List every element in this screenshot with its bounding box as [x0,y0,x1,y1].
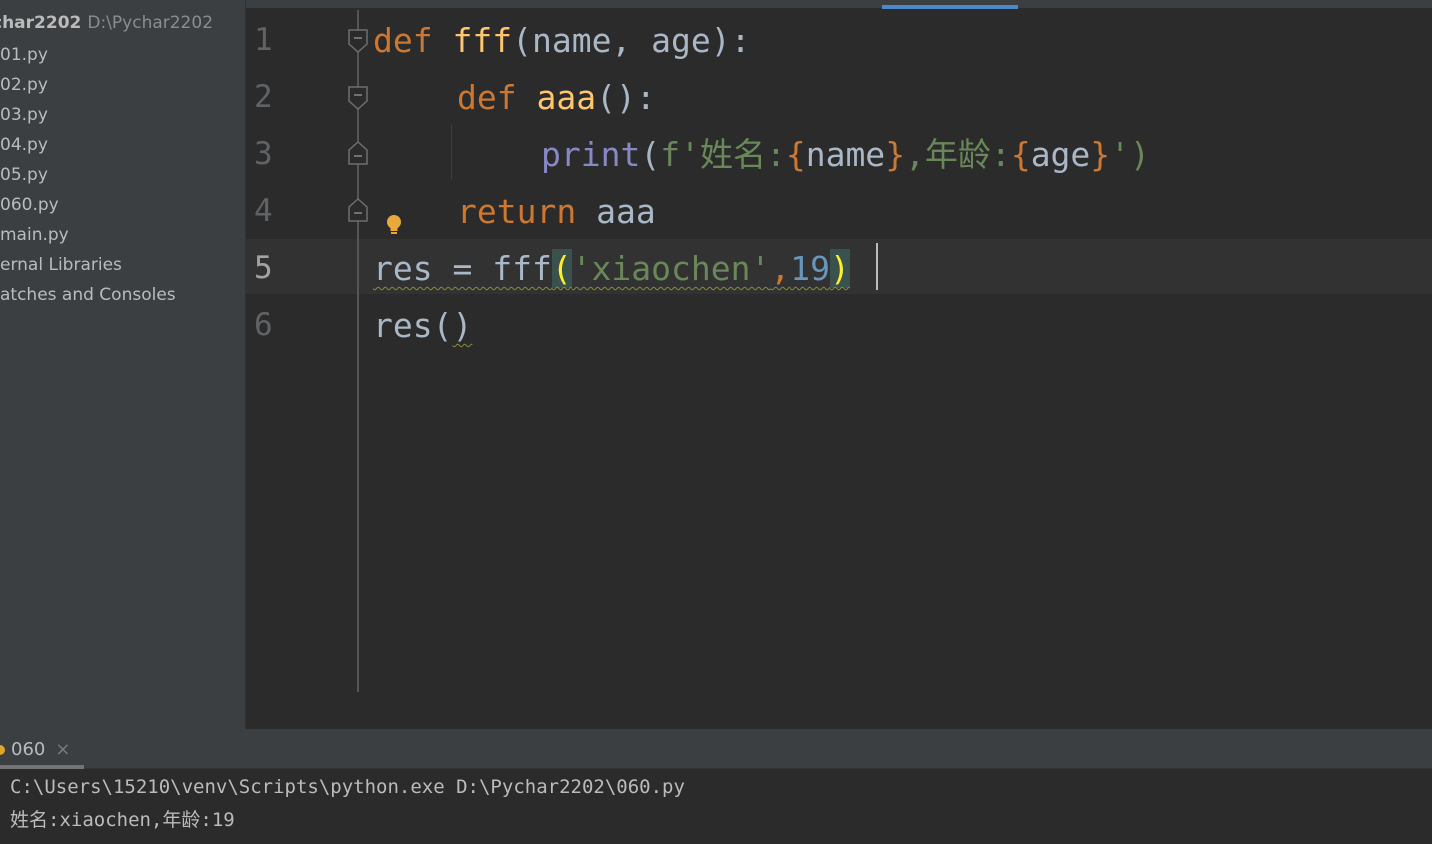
run-config-icon [0,745,5,755]
tree-item-04-py[interactable]: 04.py [0,130,48,160]
project-root[interactable]: char2202 D:\Pychar2202 [0,13,213,33]
fold-marker-icon[interactable] [347,197,369,223]
run-tab-label: 060 [11,739,46,760]
string-literal: ,年龄: [905,135,1011,174]
indent-guide [451,124,452,180]
fstring-brace: } [1090,135,1111,174]
warning-underlined-code: ) [452,306,473,345]
code-text: res = fff [373,249,552,288]
line-number: 1 [254,22,273,58]
code-line-3[interactable]: print(f'姓名:{name},年龄:{age}') [541,126,1150,183]
function-name: fff [452,21,513,60]
line-number-active: 5 [254,250,273,286]
gutter-separator [357,10,359,692]
matched-paren: ) [830,249,850,288]
keyword: def [457,78,517,117]
line-number: 2 [254,79,273,115]
console-line: 姓名:xiaochen,年龄:19 [10,809,235,831]
run-tool-window-header: 060 × [0,729,1432,769]
run-tab-060[interactable]: 060 × [0,729,70,765]
fstring-brace: } [885,135,906,174]
code-line-4[interactable]: return aaa [457,183,656,240]
project-path: D:\Pychar2202 [87,13,214,33]
code-line-1[interactable]: def fff(name, age): [373,12,751,69]
close-icon[interactable]: × [55,739,70,760]
tree-item-main-py[interactable]: main.py [0,220,69,250]
fold-marker-icon[interactable] [347,28,369,54]
tree-item-01-py[interactable]: 01.py [0,40,48,70]
tree-item-02-py[interactable]: 02.py [0,70,48,100]
tree-item-03-py[interactable]: 03.py [0,100,48,130]
tree-item-05-py[interactable]: 05.py [0,160,48,190]
keyword: return [457,192,577,231]
variable: age [1030,135,1091,174]
number-literal: 19 [790,249,830,288]
code-text: ( [640,135,661,174]
comma: , [770,249,791,288]
tree-item-060-py[interactable]: 060.py [0,190,59,220]
editor-tab-strip [246,0,1432,8]
tree-item-external-libraries[interactable]: ernal Libraries [0,250,122,280]
tree-item-scratches-and-consoles[interactable]: atches and Consoles [0,280,176,310]
fold-marker-icon[interactable] [347,140,369,166]
line-number: 3 [254,136,273,172]
project-name: char2202 [0,13,82,33]
code-line-5[interactable]: res = fff('xiaochen',19) [373,240,850,297]
fstring-brace: { [1010,135,1031,174]
code-line-6[interactable]: res() [373,297,472,354]
run-console[interactable]: C:\Users\15210\venv\Scripts\python.exe D… [0,769,1432,844]
fstring-brace: { [785,135,806,174]
string-literal: f'姓名: [660,135,786,174]
string-literal: ') [1110,135,1150,174]
line-number: 4 [254,193,273,229]
code-text: (name, age): [512,21,751,60]
project-tool-window: char2202 D:\Pychar2202 01.py 02.py 03.py … [0,0,246,729]
code-line-2[interactable]: def aaa(): [457,69,656,126]
console-line: C:\Users\15210\venv\Scripts\python.exe D… [10,776,685,798]
builtin-name: print [541,135,641,174]
variable: name [805,135,886,174]
string-literal: 'xiaochen' [571,249,771,288]
line-number: 6 [254,307,273,343]
fold-marker-icon[interactable] [347,85,369,111]
function-name: aaa [536,78,597,117]
code-text: res( [373,306,453,345]
warning-underlined-code: res = fff('xiaochen',19) [373,249,850,288]
code-text: (): [596,78,656,117]
text-caret [876,243,878,290]
matched-paren: ( [551,249,572,288]
code-text: aaa [596,192,656,231]
lightbulb-icon[interactable] [384,213,404,237]
keyword: def [373,21,433,60]
code-editor[interactable]: 1 2 3 4 5 6 def fff(name, age): def aaa(… [246,0,1432,692]
active-tab-indicator [882,5,1018,9]
